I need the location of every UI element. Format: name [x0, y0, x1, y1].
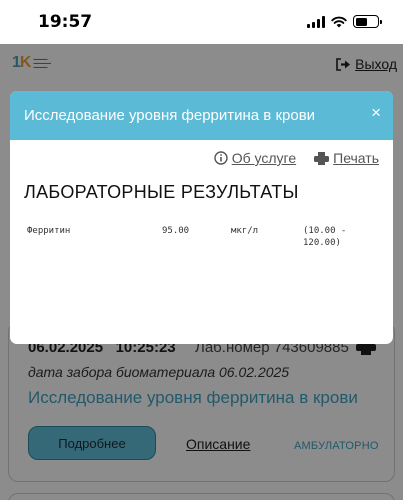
about-service-label: Об услуге [231, 150, 297, 166]
battery-icon [353, 15, 382, 28]
print-link[interactable]: Печать [314, 150, 379, 166]
result-modal: Исследование уровня ферритина в крови × … [10, 91, 393, 344]
modal-actions: Об услуге Печать [214, 150, 379, 166]
status-time: 19:57 [38, 12, 93, 32]
about-service-link[interactable]: Об услуге [214, 150, 296, 166]
print-label: Печать [333, 150, 379, 166]
status-icons [307, 15, 382, 28]
info-icon [214, 151, 228, 165]
result-value: 95.00 [162, 226, 190, 236]
modal-header: Исследование уровня ферритина в крови × [10, 91, 393, 140]
result-unit: мкг/л [231, 226, 259, 236]
result-reference: (10.00 - 120.00) [303, 226, 347, 248]
close-icon[interactable]: × [371, 104, 381, 121]
modal-title: Исследование уровня ферритина в крови [24, 107, 316, 124]
result-name: Ферритин [27, 226, 71, 236]
lab-results-heading: ЛАБОРАТОРНЫЕ РЕЗУЛЬТАТЫ [24, 182, 299, 202]
print-icon [314, 151, 330, 165]
status-bar: 19:57 [0, 0, 403, 44]
wifi-icon [331, 16, 347, 27]
signal-icon [307, 15, 325, 28]
